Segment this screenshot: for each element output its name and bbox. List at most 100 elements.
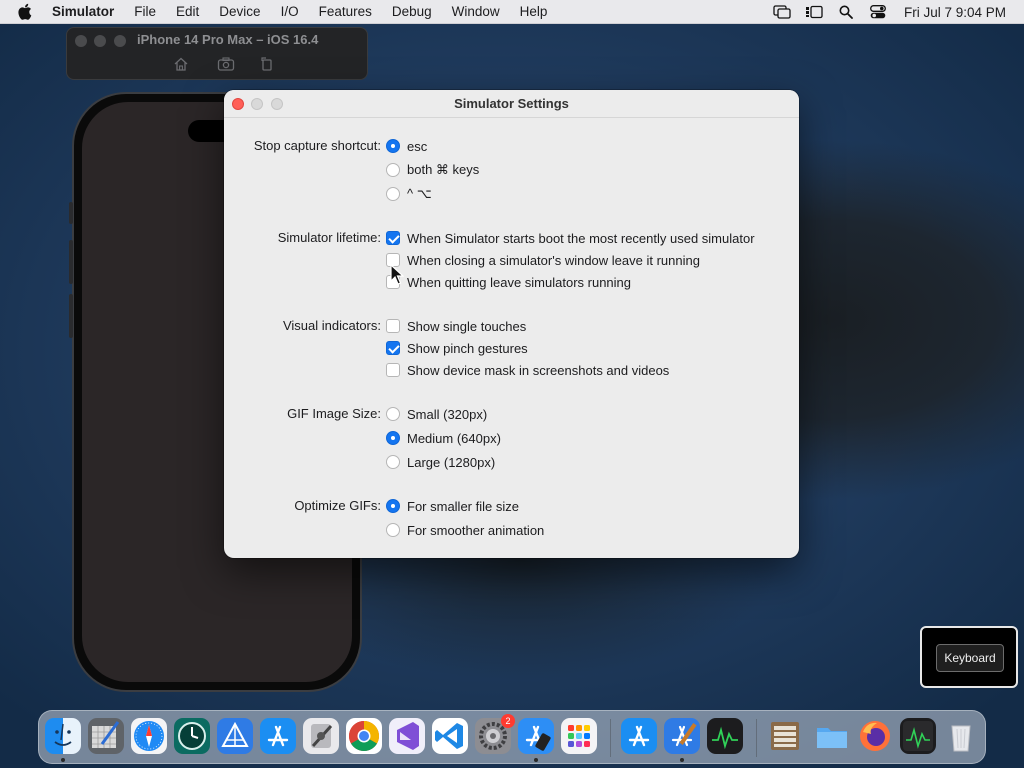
stop-capture-option-esc[interactable]: esc [386, 136, 427, 156]
activity-monitor-icon[interactable] [707, 718, 743, 754]
dock: 2 [38, 710, 986, 764]
app-store-icon[interactable] [621, 718, 657, 754]
sim-close-button[interactable] [75, 35, 87, 47]
keyboard-button[interactable]: Keyboard [936, 644, 1004, 672]
stop-capture-label: Stop capture shortcut: [253, 138, 381, 153]
home-icon[interactable] [173, 56, 189, 72]
simulator-lifetime-label: Simulator lifetime: [277, 230, 381, 245]
folder-icon[interactable] [814, 718, 850, 754]
radio-button[interactable] [386, 523, 400, 537]
gif-size-small-option[interactable]: Small (320px) [386, 404, 487, 424]
gif-size-large-option[interactable]: Large (1280px) [386, 452, 495, 472]
archive-utility-icon[interactable] [767, 718, 803, 754]
visual-studio-icon[interactable] [389, 718, 425, 754]
app-store-icon[interactable] [260, 718, 296, 754]
option-label: ^ ⌥ [407, 186, 432, 201]
menu-device[interactable]: Device [209, 0, 270, 24]
checkbox[interactable] [386, 231, 400, 245]
radio-button[interactable] [386, 139, 400, 153]
menu-help[interactable]: Help [510, 0, 558, 24]
settings-titlebar[interactable]: Simulator Settings [224, 90, 799, 118]
stop-capture-option-ctrl-opt[interactable]: ^ ⌥ [386, 184, 432, 204]
radio-button[interactable] [386, 499, 400, 513]
radio-button[interactable] [386, 431, 400, 445]
rotate-device-icon[interactable] [259, 56, 275, 72]
vscode-icon[interactable] [432, 718, 468, 754]
screenshot-camera-icon[interactable] [217, 56, 235, 72]
trash-icon[interactable] [943, 718, 979, 754]
running-indicator [534, 758, 538, 762]
option-label: When Simulator starts boot the most rece… [407, 230, 755, 246]
chrome-icon[interactable] [346, 718, 382, 754]
simulator-icon[interactable] [518, 718, 554, 754]
sketch-draw-icon[interactable] [88, 718, 124, 754]
system-information-icon[interactable] [303, 718, 339, 754]
mouse-pointer-icon [390, 263, 405, 286]
volume-up-button [69, 240, 73, 284]
menu-window[interactable]: Window [442, 0, 510, 24]
option-label: For smoother animation [407, 522, 545, 538]
option-label: For smaller file size [407, 498, 519, 514]
option-label: Show single touches [407, 318, 527, 334]
menu-edit[interactable]: Edit [166, 0, 209, 24]
menu-features[interactable]: Features [309, 0, 382, 24]
show-single-touches-checkbox[interactable]: Show single touches [386, 316, 526, 336]
screen-mirroring-icon[interactable] [766, 0, 798, 24]
volume-down-button [69, 294, 73, 338]
spotlight-search-icon[interactable] [830, 0, 862, 24]
firefox-icon[interactable] [857, 718, 893, 754]
menu-debug[interactable]: Debug [382, 0, 442, 24]
radio-button[interactable] [386, 407, 400, 421]
safari-icon[interactable] [131, 718, 167, 754]
radio-button[interactable] [386, 187, 400, 201]
menu-io[interactable]: I/O [271, 0, 309, 24]
time-machine-icon[interactable] [174, 718, 210, 754]
option-label: Large (1280px) [407, 454, 496, 470]
sim-minimize-button[interactable] [94, 35, 106, 47]
apple-menu-icon[interactable] [0, 3, 48, 20]
lifetime-quit-leave-running-checkbox[interactable]: When quitting leave simulators running [386, 272, 631, 292]
control-center-icon[interactable] [862, 0, 894, 24]
launchpad-icon[interactable] [561, 718, 597, 754]
option-label: Small (320px) [407, 406, 488, 422]
finder-icon[interactable] [45, 718, 81, 754]
dock-separator [756, 719, 757, 757]
stop-capture-option-both-cmd[interactable]: both ⌘ keys [386, 160, 479, 180]
xcode-icon[interactable] [664, 718, 700, 754]
show-pinch-gestures-checkbox[interactable]: Show pinch gestures [386, 338, 528, 358]
radio-button[interactable] [386, 163, 400, 177]
notification-badge: 2 [501, 714, 515, 728]
lifetime-boot-recent-checkbox[interactable]: When Simulator starts boot the most rece… [386, 228, 755, 248]
checkbox[interactable] [386, 319, 400, 333]
optimize-smaller-size-option[interactable]: For smaller file size [386, 496, 519, 516]
dock-separator [610, 719, 611, 757]
settings-title: Simulator Settings [454, 96, 569, 111]
simulator-device-title: iPhone 14 Pro Max – iOS 16.4 [137, 32, 319, 47]
keyboard-panel: Keyboard [920, 626, 1018, 688]
radio-button[interactable] [386, 455, 400, 469]
gif-size-medium-option[interactable]: Medium (640px) [386, 428, 501, 448]
lifetime-leave-running-checkbox[interactable]: When closing a simulator's window leave … [386, 250, 700, 270]
optimize-smoother-animation-option[interactable]: For smoother animation [386, 520, 544, 540]
gif-image-size-label: GIF Image Size: [287, 406, 381, 421]
checkbox[interactable] [386, 363, 400, 377]
show-device-mask-checkbox[interactable]: Show device mask in screenshots and vide… [386, 360, 669, 380]
stage-manager-icon[interactable] [798, 0, 830, 24]
sim-zoom-button[interactable] [114, 35, 126, 47]
running-indicator [680, 758, 684, 762]
visual-indicators-label: Visual indicators: [282, 318, 381, 333]
running-indicator [61, 758, 65, 762]
menu-app-name[interactable]: Simulator [48, 0, 124, 24]
menu-clock[interactable]: Fri Jul 7 9:04 PM [894, 5, 1024, 20]
simulator-settings-window: Simulator Settings Stop capture shortcut… [224, 90, 799, 558]
action-button [69, 202, 73, 224]
menu-file[interactable]: File [124, 0, 166, 24]
checkbox[interactable] [386, 341, 400, 355]
option-label: Show device mask in screenshots and vide… [407, 362, 670, 378]
option-label: When quitting leave simulators running [407, 274, 632, 290]
activity-monitor-icon[interactable] [900, 718, 936, 754]
testflight-icon[interactable] [217, 718, 253, 754]
option-label: Medium (640px) [407, 430, 501, 446]
optimize-gifs-label: Optimize GIFs: [294, 498, 381, 513]
simulator-toolbar: iPhone 14 Pro Max – iOS 16.4 [66, 27, 368, 80]
